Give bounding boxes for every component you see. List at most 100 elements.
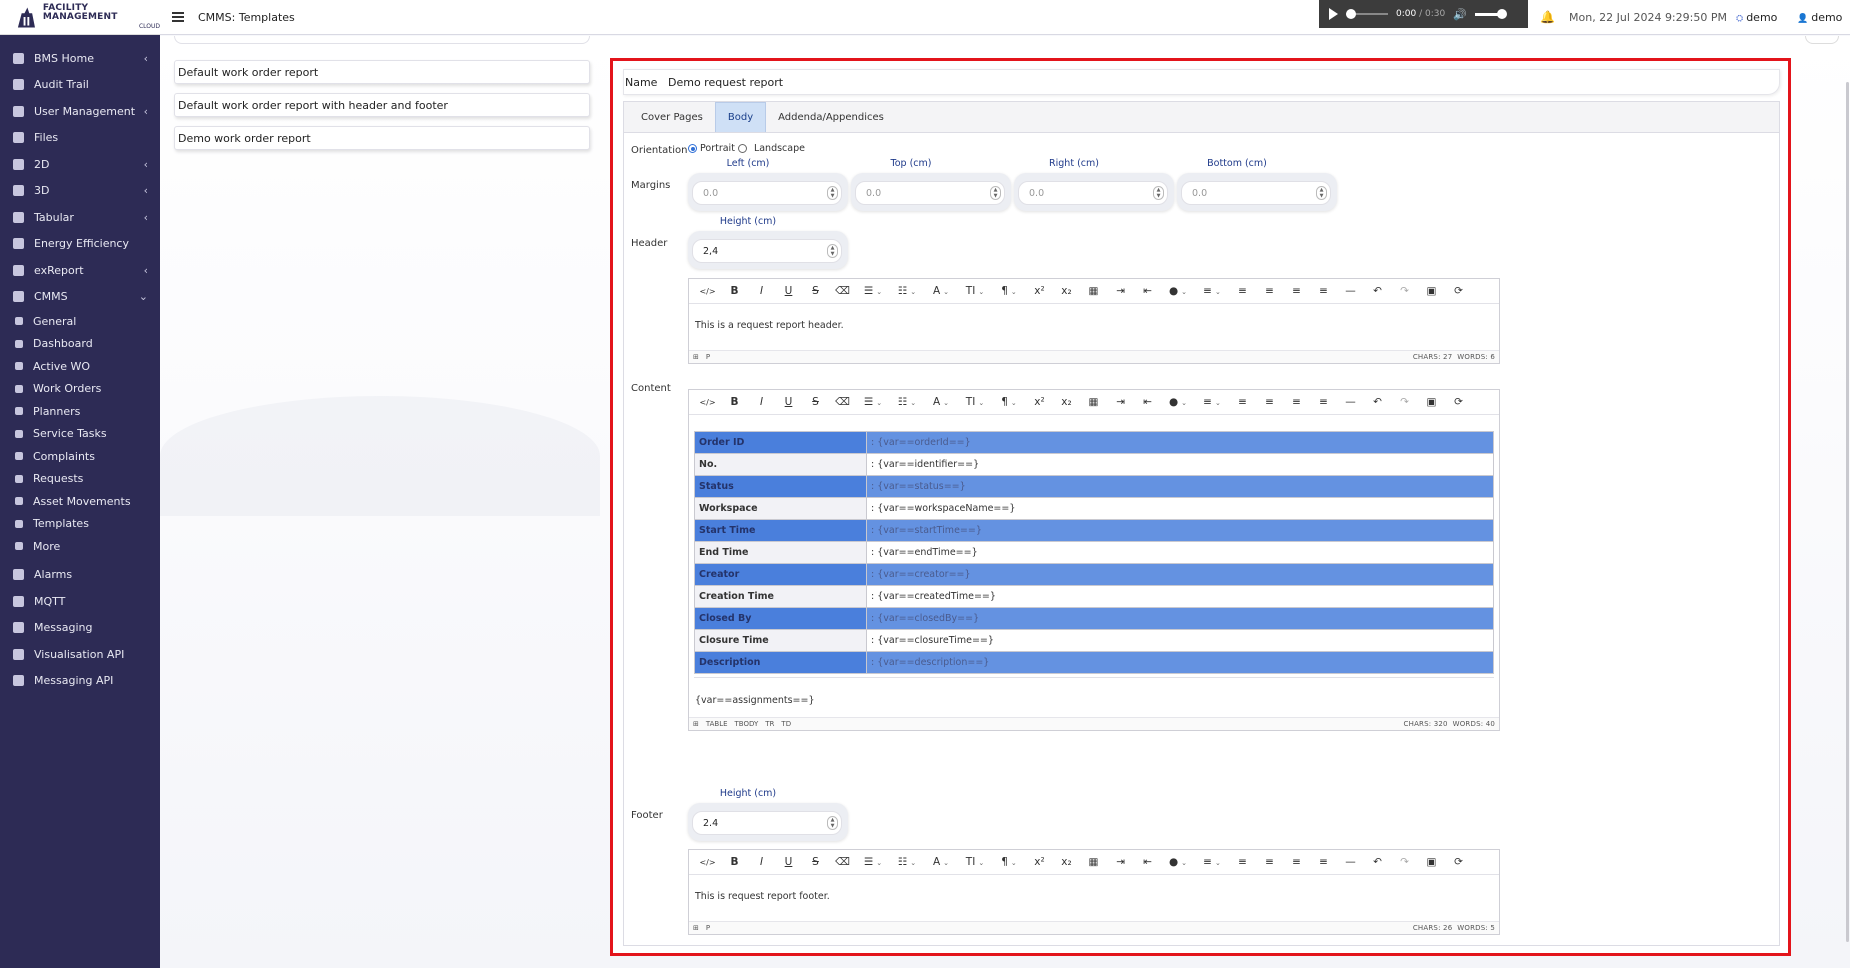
- fullscreen-icon[interactable]: ⟳: [1445, 856, 1472, 868]
- margin-right-stepper[interactable]: ▲ ▼: [1153, 186, 1164, 200]
- field-value-cell[interactable]: : {var==closureTime==}: [866, 629, 1494, 652]
- sidebar-item-cmms[interactable]: CMMS ⌄: [0, 284, 160, 311]
- align-icon[interactable]: ≡ ⌄: [1195, 856, 1229, 868]
- workspace-menu[interactable]: ⛭ demo: [1736, 11, 1777, 24]
- strikethrough-icon[interactable]: S: [802, 285, 829, 297]
- sidebar-item-audit-trail[interactable]: Audit Trail: [0, 72, 160, 99]
- align-center-icon[interactable]: ≡: [1256, 285, 1283, 297]
- sidebar-item-alarms[interactable]: Alarms: [0, 562, 160, 589]
- volume-slider[interactable]: [1474, 8, 1507, 19]
- align-center-icon[interactable]: ≡: [1256, 856, 1283, 868]
- align-icon[interactable]: ≡ ⌄: [1195, 396, 1229, 408]
- undo-icon[interactable]: ↶: [1364, 396, 1391, 408]
- numbered-list-icon[interactable]: ☷ ⌄: [890, 396, 924, 408]
- font-color-icon[interactable]: A ⌄: [924, 856, 958, 868]
- margin-bottom-input[interactable]: 0.0: [1181, 181, 1331, 205]
- sidebar-item-work-orders[interactable]: Work Orders: [0, 378, 160, 401]
- sidebar-item-energy-efficiency[interactable]: Energy Efficiency: [0, 231, 160, 258]
- bold-icon[interactable]: B: [721, 396, 748, 408]
- sidebar-item-bms-home[interactable]: BMS Home ‹: [0, 45, 160, 72]
- superscript-icon[interactable]: x²: [1026, 285, 1053, 297]
- field-name-cell[interactable]: Start Time: [694, 519, 867, 542]
- paragraph-icon[interactable]: ¶ ⌄: [992, 396, 1026, 408]
- element-path[interactable]: TABLE: [706, 720, 728, 728]
- sidebar-item-active-wo[interactable]: Active WO: [0, 355, 160, 378]
- margin-top-stepper[interactable]: ▲ ▼: [990, 186, 1001, 200]
- sidebar-item-general[interactable]: General: [0, 310, 160, 333]
- table-insert-icon[interactable]: ▦: [1080, 856, 1107, 868]
- tab-addenda[interactable]: Addenda/Appendices: [766, 102, 896, 132]
- align-right-icon[interactable]: ≡: [1283, 396, 1310, 408]
- field-name-cell[interactable]: Workspace: [694, 497, 867, 520]
- user-menu[interactable]: 👤 demo: [1797, 11, 1842, 24]
- subscript-icon[interactable]: x₂: [1053, 396, 1080, 408]
- font-color-icon[interactable]: A ⌄: [924, 396, 958, 408]
- field-name-cell[interactable]: No.: [694, 453, 867, 476]
- volume-handle[interactable]: [1496, 8, 1507, 19]
- font-size-icon[interactable]: TI ⌄: [958, 396, 992, 408]
- indent-icon[interactable]: ⇥: [1107, 856, 1134, 868]
- audio-progress-slider[interactable]: [1346, 9, 1388, 19]
- align-justify-icon[interactable]: ≡: [1310, 285, 1337, 297]
- bold-icon[interactable]: B: [721, 285, 748, 297]
- numbered-list-icon[interactable]: ☷ ⌄: [890, 285, 924, 297]
- field-name-cell[interactable]: Creation Time: [694, 585, 867, 608]
- italic-icon[interactable]: I: [748, 396, 775, 408]
- field-value-cell[interactable]: : {var==description==}: [866, 651, 1494, 674]
- margin-top-input[interactable]: 0.0: [855, 181, 1005, 205]
- strikethrough-icon[interactable]: S: [802, 396, 829, 408]
- template-item[interactable]: Default work order report: [174, 60, 590, 84]
- field-value-cell[interactable]: : {var==identifier==}: [866, 453, 1494, 476]
- font-color-icon[interactable]: A ⌄: [924, 285, 958, 297]
- source-code-icon[interactable]: </>: [694, 856, 721, 868]
- font-size-icon[interactable]: TI ⌄: [958, 285, 992, 297]
- element-path[interactable]: P: [706, 353, 710, 361]
- undo-icon[interactable]: ↶: [1364, 285, 1391, 297]
- horizontal-rule-icon[interactable]: —: [1337, 396, 1364, 408]
- element-path[interactable]: TD: [781, 720, 791, 728]
- field-value-cell[interactable]: : {var==closedBy==}: [866, 607, 1494, 630]
- align-left-icon[interactable]: ≡: [1229, 285, 1256, 297]
- fill-color-icon[interactable]: ● ⌄: [1161, 856, 1195, 868]
- field-name-cell[interactable]: End Time: [694, 541, 867, 564]
- table-row[interactable]: Closure Time: {var==closureTime==}: [694, 629, 1494, 652]
- superscript-icon[interactable]: x²: [1026, 396, 1053, 408]
- indent-icon[interactable]: ⇥: [1107, 285, 1134, 297]
- align-icon[interactable]: ≡ ⌄: [1195, 285, 1229, 297]
- sidebar-item-user-management[interactable]: User Management ‹: [0, 98, 160, 125]
- eraser-icon[interactable]: ⌫: [829, 285, 856, 297]
- align-left-icon[interactable]: ≡: [1229, 396, 1256, 408]
- sidebar-item-complaints[interactable]: Complaints: [0, 445, 160, 468]
- bold-icon[interactable]: B: [721, 856, 748, 868]
- tab-body[interactable]: Body: [714, 102, 767, 132]
- table-row[interactable]: Creator: {var==creator==}: [694, 563, 1494, 586]
- subscript-icon[interactable]: x₂: [1053, 285, 1080, 297]
- tab-cover-pages[interactable]: Cover Pages: [629, 102, 715, 132]
- template-item[interactable]: Default work order report with header an…: [174, 93, 590, 117]
- template-item[interactable]: Demo work order report: [174, 126, 590, 150]
- margin-bottom-stepper[interactable]: ▲ ▼: [1316, 186, 1327, 200]
- image-icon[interactable]: ▣: [1418, 396, 1445, 408]
- sidebar-item-requests[interactable]: Requests: [0, 468, 160, 491]
- table-row[interactable]: No.: {var==identifier==}: [694, 453, 1494, 476]
- table-row[interactable]: Order ID: {var==orderId==}: [694, 431, 1494, 454]
- align-center-icon[interactable]: ≡: [1256, 396, 1283, 408]
- outdent-icon[interactable]: ⇤: [1134, 285, 1161, 297]
- page-scrollbar[interactable]: [1845, 36, 1850, 968]
- indent-icon[interactable]: ⇥: [1107, 396, 1134, 408]
- field-value-cell[interactable]: : {var==creator==}: [866, 563, 1494, 586]
- field-value-cell[interactable]: : {var==endTime==}: [866, 541, 1494, 564]
- numbered-list-icon[interactable]: ☷ ⌄: [890, 856, 924, 868]
- element-path[interactable]: P: [706, 924, 710, 932]
- field-value-cell[interactable]: : {var==startTime==}: [866, 519, 1494, 542]
- image-icon[interactable]: ▣: [1418, 285, 1445, 297]
- table-row[interactable]: Start Time: {var==startTime==}: [694, 519, 1494, 542]
- italic-icon[interactable]: I: [748, 856, 775, 868]
- table-row[interactable]: Description: {var==description==}: [694, 651, 1494, 674]
- align-right-icon[interactable]: ≡: [1283, 856, 1310, 868]
- template-search-box[interactable]: [174, 36, 590, 44]
- eraser-icon[interactable]: ⌫: [829, 856, 856, 868]
- outdent-icon[interactable]: ⇤: [1134, 396, 1161, 408]
- element-path[interactable]: TBODY: [735, 720, 759, 728]
- brand[interactable]: FACILITY MANAGEMENT CLOUD: [0, 0, 160, 35]
